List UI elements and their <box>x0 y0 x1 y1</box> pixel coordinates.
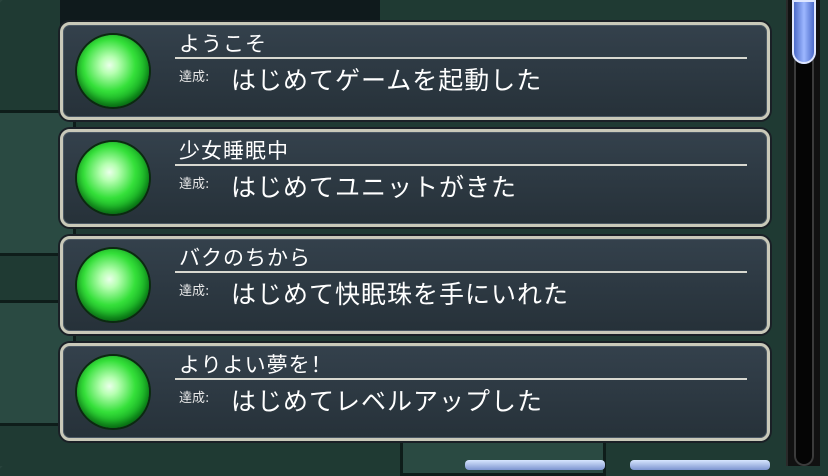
scrollbar-thumb[interactable] <box>792 0 816 64</box>
achievement-card[interactable]: よりよい夢を！ 達成: はじめてレベルアップした <box>60 343 770 441</box>
achievement-card[interactable]: ようこそ 達成: はじめてゲームを起動した <box>60 22 770 120</box>
achievement-description: はじめてレベルアップした <box>231 387 544 416</box>
achievement-complete-orb-icon <box>77 35 149 107</box>
achievement-status-label: 達成: <box>179 177 210 192</box>
achievement-complete-orb-icon <box>77 142 149 214</box>
achievement-title: よりよい夢を！ <box>179 353 333 377</box>
achievement-status-label: 達成: <box>179 70 210 85</box>
achievement-status-label: 達成: <box>179 284 210 299</box>
achievement-title: 少女睡眠中 <box>179 139 289 163</box>
divider <box>175 57 747 59</box>
achievement-complete-orb-icon <box>77 356 149 428</box>
bottom-button-partial[interactable] <box>465 460 605 470</box>
list-scrollbar[interactable] <box>786 0 820 466</box>
achievement-description: はじめて快眠珠を手にいれた <box>231 280 570 309</box>
divider <box>175 378 747 380</box>
achievement-title: ようこそ <box>179 32 267 56</box>
achievement-status-label: 達成: <box>179 391 210 406</box>
divider <box>175 271 747 273</box>
achievement-title: バクのちから <box>179 246 311 270</box>
achievement-description: はじめてユニットがきた <box>231 173 518 202</box>
achievement-complete-orb-icon <box>77 249 149 321</box>
achievement-description: はじめてゲームを起動した <box>231 66 543 95</box>
scrollbar-track[interactable] <box>794 0 814 466</box>
divider <box>175 164 747 166</box>
bottom-button-partial[interactable] <box>630 460 770 470</box>
achievement-card[interactable]: バクのちから 達成: はじめて快眠珠を手にいれた <box>60 236 770 334</box>
achievement-card[interactable]: 少女睡眠中 達成: はじめてユニットがきた <box>60 129 770 227</box>
